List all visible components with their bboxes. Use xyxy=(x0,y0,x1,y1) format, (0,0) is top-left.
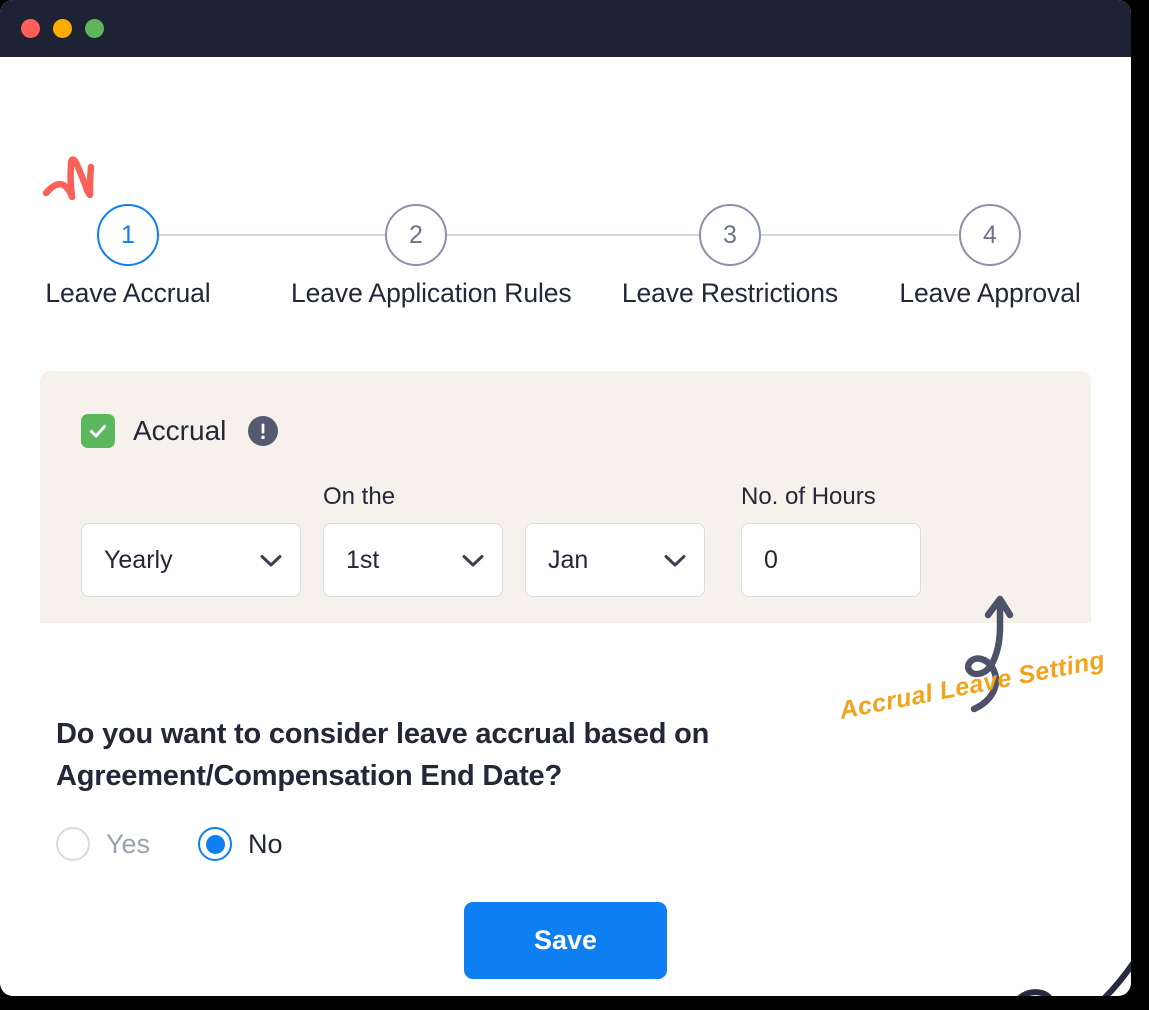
accrual-day-group: On the 1st xyxy=(323,483,503,597)
accrual-hours-group: No. of Hours 0 xyxy=(741,483,921,597)
radio-option-no[interactable]: No xyxy=(198,827,283,862)
accrual-day-label: On the xyxy=(323,483,396,510)
accrual-settings-panel: Accrual Yearly On the 1st Jan No. of Hou… xyxy=(40,371,1091,623)
chevron-down-icon xyxy=(260,546,282,575)
stepper-step-leave-approval[interactable]: 4 Leave Approval xyxy=(865,204,1115,309)
radio-ring xyxy=(198,827,233,862)
window-body: 1 Leave Accrual 2 Leave Application Rule… xyxy=(0,57,1131,996)
accrual-period-group: Yearly xyxy=(81,483,301,597)
stepper-connector xyxy=(447,234,699,236)
accrual-month-group: Jan xyxy=(525,483,705,597)
accrual-period-select[interactable]: Yearly xyxy=(81,523,301,597)
stepper-step-number: 4 xyxy=(959,204,1021,266)
accrual-question-radio-group: Yes No xyxy=(56,827,756,862)
stepper-step-leave-application-rules[interactable]: 2 Leave Application Rules xyxy=(291,204,572,309)
stepper-connector xyxy=(159,234,386,236)
accrual-question-text: Do you want to consider leave accrual ba… xyxy=(56,718,710,793)
chevron-down-icon xyxy=(664,546,686,575)
maximize-window-button[interactable] xyxy=(85,19,104,38)
accrual-checkbox[interactable] xyxy=(81,414,115,448)
accrual-title: Accrual xyxy=(133,415,227,446)
stepper-step-label: Leave Accrual xyxy=(45,278,211,308)
stepper-step-number: 3 xyxy=(699,204,761,266)
accrual-month-select[interactable]: Jan xyxy=(525,523,705,597)
minimize-window-button[interactable] xyxy=(53,19,72,38)
accrual-period-value: Yearly xyxy=(104,545,173,574)
stepper-step-leave-accrual[interactable]: 1 Leave Accrual xyxy=(3,204,253,309)
accrual-month-value: Jan xyxy=(548,545,589,574)
stepper-step-leave-restrictions[interactable]: 3 Leave Restrictions xyxy=(605,204,855,309)
accrual-hours-input[interactable]: 0 xyxy=(741,523,921,597)
progress-stepper: 1 Leave Accrual 2 Leave Application Rule… xyxy=(0,204,1131,319)
stepper-step-number: 2 xyxy=(385,204,447,266)
accrual-day-value: 1st xyxy=(346,545,380,574)
spiral-flourish-icon xyxy=(990,937,1131,996)
accrual-question-block: Do you want to consider leave accrual ba… xyxy=(56,713,756,862)
radio-ring xyxy=(56,827,90,862)
handdrawn-m-logo-icon xyxy=(40,151,104,209)
exclamation-info-icon[interactable] xyxy=(248,416,279,446)
window-titlebar xyxy=(0,0,1131,57)
stepper-step-number: 1 xyxy=(97,204,159,266)
radio-label-yes: Yes xyxy=(106,828,151,859)
stepper-connector xyxy=(761,234,958,236)
checkmark-icon xyxy=(90,425,106,438)
accrual-day-select[interactable]: 1st xyxy=(323,523,503,597)
accrual-header: Accrual xyxy=(81,414,279,448)
stepper-step-label: Leave Application Rules xyxy=(291,278,572,308)
accrual-hours-label: No. of Hours xyxy=(741,483,876,510)
chevron-down-icon xyxy=(462,546,484,575)
app-window: 1 Leave Accrual 2 Leave Application Rule… xyxy=(0,0,1131,996)
close-window-button[interactable] xyxy=(21,19,40,38)
stepper-step-label: Leave Approval xyxy=(899,278,1081,308)
radio-label-no: No xyxy=(248,828,283,859)
radio-selected-dot xyxy=(205,834,225,854)
accrual-hours-value: 0 xyxy=(764,545,778,574)
radio-option-yes[interactable]: Yes xyxy=(56,827,151,862)
save-button[interactable]: Save xyxy=(464,902,667,979)
stepper-step-label: Leave Restrictions xyxy=(621,278,839,308)
accrual-field-row: Yearly On the 1st Jan No. of Hours 0 xyxy=(81,483,943,597)
